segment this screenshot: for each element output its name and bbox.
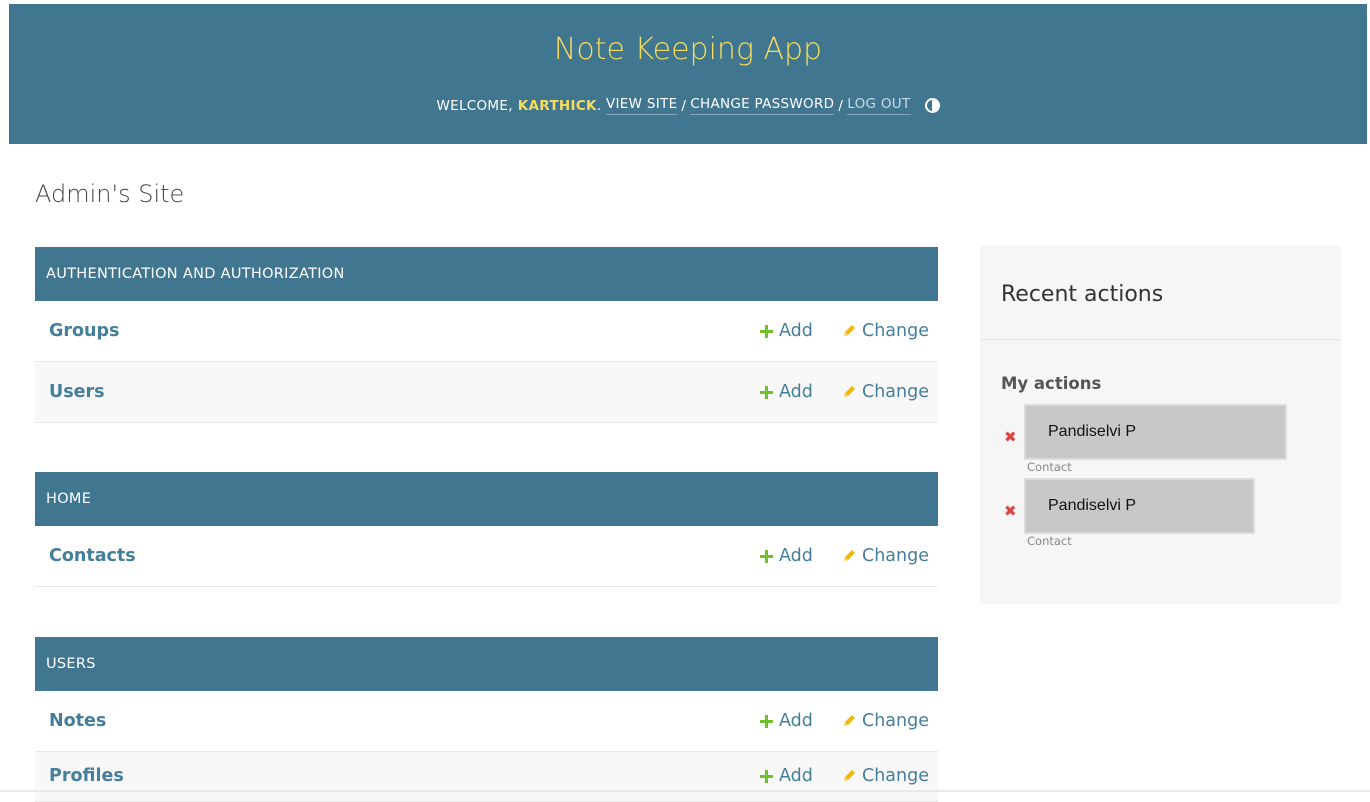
module-home: HOME Contacts Add Change — [35, 472, 938, 587]
divider — [980, 339, 1341, 340]
plus-icon — [760, 549, 773, 563]
change-button[interactable]: Change — [841, 321, 929, 341]
model-link-contacts[interactable]: Contacts — [49, 546, 136, 566]
header: Note Keeping App WELCOME, KARTHICK. VIEW… — [9, 4, 1367, 144]
module-authentication: AUTHENTICATION AND AUTHORIZATION Groups … — [35, 247, 938, 423]
plus-icon — [760, 714, 773, 728]
module-caption[interactable]: HOME — [35, 472, 938, 526]
add-button[interactable]: Add — [760, 382, 813, 402]
recent-actions-panel: Recent actions My actions ✖ Pandiselvi P… — [980, 246, 1341, 604]
recent-actions-title: Recent actions — [1001, 282, 1164, 307]
change-password-link[interactable]: CHANGE PASSWORD — [690, 96, 835, 115]
pencil-icon — [844, 770, 855, 781]
separator: / — [838, 97, 844, 114]
change-label: Change — [862, 711, 930, 731]
separator: / — [681, 97, 687, 114]
add-label: Add — [779, 321, 813, 341]
change-button[interactable]: Change — [841, 711, 929, 731]
add-label: Add — [779, 382, 813, 402]
table-row: Notes Add Change — [35, 691, 938, 752]
table-row: Groups Add Change — [35, 301, 938, 362]
change-label: Change — [862, 546, 930, 566]
add-button[interactable]: Add — [760, 766, 813, 786]
model-link-groups[interactable]: Groups — [49, 321, 119, 341]
pencil-icon — [844, 715, 855, 726]
page-title: Admin's Site — [35, 180, 185, 208]
add-button[interactable]: Add — [760, 546, 813, 566]
action-object-link[interactable]: Pandiselvi P — [1024, 478, 1255, 534]
change-label: Change — [862, 382, 930, 402]
add-button[interactable]: Add — [760, 321, 813, 341]
table-row: Users Add Change — [35, 362, 938, 423]
theme-toggle-icon[interactable] — [924, 98, 940, 113]
add-label: Add — [779, 546, 813, 566]
username: KARTHICK — [517, 97, 597, 114]
change-button[interactable]: Change — [841, 382, 929, 402]
pencil-icon — [844, 386, 855, 397]
table-row: Profiles Add Change — [35, 752, 938, 802]
plus-icon — [760, 385, 773, 399]
action-object-link[interactable]: Pandiselvi P — [1024, 404, 1287, 460]
log-out-link[interactable]: LOG OUT — [847, 96, 911, 115]
table-row: Contacts Add Change — [35, 526, 938, 587]
change-button[interactable]: Change — [841, 766, 929, 786]
delete-icon: ✖ — [1004, 502, 1017, 520]
pencil-icon — [844, 325, 855, 336]
module-caption[interactable]: AUTHENTICATION AND AUTHORIZATION — [35, 247, 938, 301]
model-link-users[interactable]: Users — [49, 382, 105, 402]
pencil-icon — [844, 550, 855, 561]
model-link-notes[interactable]: Notes — [49, 711, 106, 731]
add-button[interactable]: Add — [760, 711, 813, 731]
plus-icon — [760, 324, 773, 338]
delete-icon: ✖ — [1004, 428, 1017, 446]
add-label: Add — [779, 711, 813, 731]
add-label: Add — [779, 766, 813, 786]
welcome-text: WELCOME, — [436, 97, 513, 114]
action-content-type: Contact — [1027, 534, 1072, 548]
user-tools: WELCOME, KARTHICK. VIEW SITE / CHANGE PA… — [9, 96, 1367, 115]
module-caption[interactable]: USERS — [35, 637, 938, 691]
plus-icon — [760, 769, 773, 783]
change-label: Change — [862, 321, 930, 341]
model-link-profiles[interactable]: Profiles — [49, 766, 124, 786]
change-label: Change — [862, 766, 930, 786]
view-site-link[interactable]: VIEW SITE — [605, 96, 678, 115]
action-content-type: Contact — [1027, 460, 1072, 474]
site-branding[interactable]: Note Keeping App — [9, 32, 1367, 67]
scrollbar-track[interactable] — [0, 790, 1370, 792]
module-users: USERS Notes Add Change Profiles Add Chan… — [35, 637, 938, 802]
change-button[interactable]: Change — [841, 546, 929, 566]
my-actions-heading: My actions — [1001, 374, 1102, 393]
